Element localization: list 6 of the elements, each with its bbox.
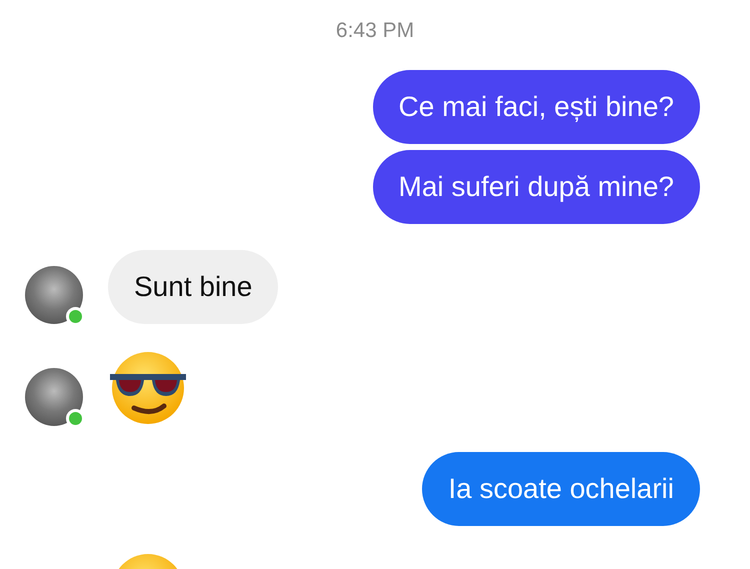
message-bubble: Ce mai faci, ești bine? (372, 70, 700, 144)
message-bubble: Ia scoate ochelarii (422, 452, 700, 526)
sunglasses-emoji-icon (108, 350, 188, 426)
message-bubble: Mai suferi după mine? (372, 150, 700, 224)
timestamp: 6:43 PM (336, 18, 414, 44)
message-bubble: Sunt bine (108, 250, 278, 324)
